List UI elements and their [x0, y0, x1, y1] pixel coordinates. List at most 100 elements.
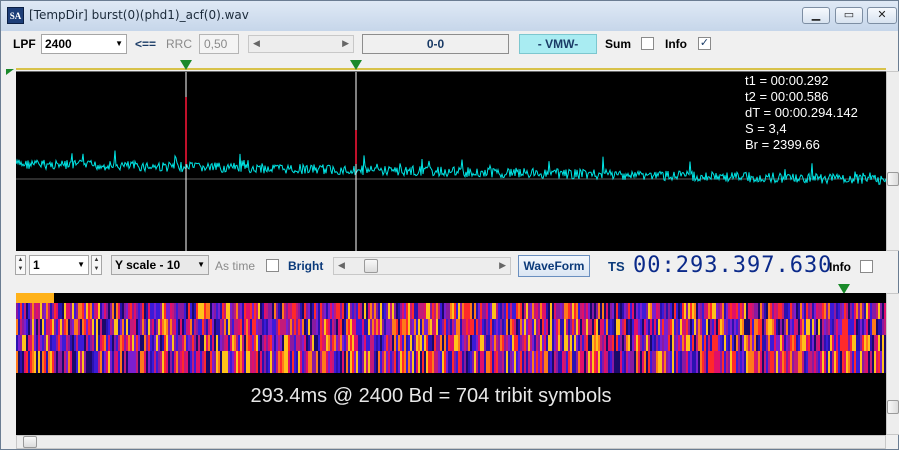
spectrogram-cell: [46, 319, 48, 335]
spectrogram-cell: [70, 351, 72, 373]
spectrogram-cell: [494, 335, 496, 351]
spectrogram-cell: [170, 351, 172, 373]
lpf-select[interactable]: 2400 ▼: [41, 34, 127, 54]
spectrogram-cell: [716, 303, 718, 319]
vmw-button[interactable]: - VMW-: [519, 34, 597, 54]
spectrogram-cell: [426, 303, 428, 319]
spectrogram-cell: [266, 351, 268, 373]
spectrogram-cell: [126, 351, 128, 373]
spectrogram-cell: [546, 351, 548, 373]
spectrogram-display[interactable]: [16, 293, 886, 435]
close-button[interactable]: ✕: [867, 7, 897, 24]
spectrogram-cell: [136, 319, 138, 335]
spectrogram-cell: [390, 351, 392, 373]
spectrogram-cell: [812, 351, 814, 373]
spectrogram-cell: [598, 319, 600, 335]
spectrogram-cell: [244, 303, 246, 319]
spectrogram-cell: [454, 335, 456, 351]
spectrogram-cell: [744, 303, 746, 319]
spectrogram-cell: [528, 303, 530, 319]
spectrogram-cell: [242, 335, 244, 351]
spectrogram-cell: [622, 351, 624, 373]
spectrogram-cell: [792, 303, 794, 319]
spectrogram-cell: [236, 351, 238, 373]
spectrogram-cell: [812, 319, 814, 335]
minimize-button[interactable]: ▁: [802, 7, 830, 24]
vscroll-thumb[interactable]: [887, 400, 899, 414]
spectrogram-cell: [790, 303, 792, 319]
spectrogram-cell: [102, 303, 104, 319]
spectrogram-cell: [330, 335, 332, 351]
sum-checkbox[interactable]: [641, 37, 654, 50]
spectrogram-cell: [102, 335, 104, 351]
maximize-button[interactable]: ▭: [835, 7, 863, 24]
spectrogram-cell: [178, 303, 180, 319]
marker-t1-icon[interactable]: [180, 60, 192, 70]
spectrogram-cell: [302, 335, 304, 351]
waveform-button[interactable]: WaveForm: [518, 255, 590, 277]
channel-select[interactable]: 1 ▼: [29, 255, 89, 275]
spectrogram-cell: [394, 351, 396, 373]
spectrogram-cell: [482, 303, 484, 319]
spectrogram-cell: [720, 335, 722, 351]
spectrogram-cell: [470, 319, 472, 335]
spectrogram-cell: [644, 335, 646, 351]
spectrogram-cell: [452, 351, 454, 373]
spectrogram-cell: [62, 303, 64, 319]
spectrogram-cell: [846, 303, 848, 319]
readout-br: Br = 2399.66: [745, 137, 820, 152]
rrc-input[interactable]: 0,50: [199, 34, 239, 54]
spectrogram-cell: [622, 319, 624, 335]
spectrogram-cell: [24, 351, 26, 373]
spectrogram-cell: [430, 319, 432, 335]
spectrogram-cell: [670, 319, 672, 335]
spectrogram-cell: [32, 351, 34, 373]
yscale-select[interactable]: Y scale - 10 ▼: [111, 255, 209, 275]
waveform-vscroll[interactable]: [886, 71, 899, 251]
spectrogram-cell: [258, 319, 260, 335]
spectrogram-cell: [496, 351, 498, 373]
bright-slider-thumb[interactable]: [364, 259, 378, 273]
spectrogram-cell: [654, 303, 656, 319]
spectrogram-cell: [464, 351, 466, 373]
spectrogram-cell: [364, 335, 366, 351]
info-checkbox-2[interactable]: [860, 260, 873, 273]
spectrogram-cell: [692, 319, 694, 335]
spin-left-icon[interactable]: ▲ ▼: [15, 255, 26, 275]
spectrogram-cell: [752, 319, 754, 335]
spectrogram-cell: [622, 335, 624, 351]
spectrogram-vscroll[interactable]: [886, 293, 899, 435]
spectrogram-cell: [762, 319, 764, 335]
spectrogram-cell: [84, 351, 86, 373]
spectrogram-cell: [334, 351, 336, 373]
apply-arrow-button[interactable]: <==: [135, 37, 156, 51]
bottom-hscroll[interactable]: [16, 435, 886, 449]
spectrogram-cell: [286, 319, 288, 335]
spin-right-icon[interactable]: ▲ ▼: [91, 255, 102, 275]
spectrogram-cell: [756, 303, 758, 319]
spectrogram-cell: [160, 335, 162, 351]
spectrogram-cell: [114, 351, 116, 373]
spectrogram-cell: [882, 335, 884, 351]
spectrogram-cell: [526, 351, 528, 373]
spectrogram-cell: [882, 319, 884, 335]
readout-s: S = 3,4: [745, 121, 787, 136]
spectrogram-cell: [402, 319, 404, 335]
marker-t2-icon[interactable]: [350, 60, 362, 70]
bottom-hscroll-thumb[interactable]: [23, 436, 37, 448]
spectrogram-cell: [520, 335, 522, 351]
spectrogram-cell: [184, 319, 186, 335]
bright-slider[interactable]: ◀ ▶: [333, 257, 511, 275]
as-time-checkbox[interactable]: [266, 259, 279, 272]
spectrogram-cell: [114, 319, 116, 335]
info-checkbox[interactable]: ✓: [698, 37, 711, 50]
spectrogram-cell: [650, 335, 652, 351]
readout-dt: dT = 00:00.294.142: [745, 105, 858, 120]
spectrogram-cell: [362, 319, 364, 335]
rrc-slider[interactable]: ◀ ▶: [248, 35, 354, 53]
spectrogram-cell: [834, 351, 836, 373]
spectrogram-cell: [358, 351, 360, 373]
spectrogram-cell: [308, 351, 310, 373]
scroll-left-icon: ◀: [253, 38, 260, 48]
vscroll-thumb[interactable]: [887, 172, 899, 186]
